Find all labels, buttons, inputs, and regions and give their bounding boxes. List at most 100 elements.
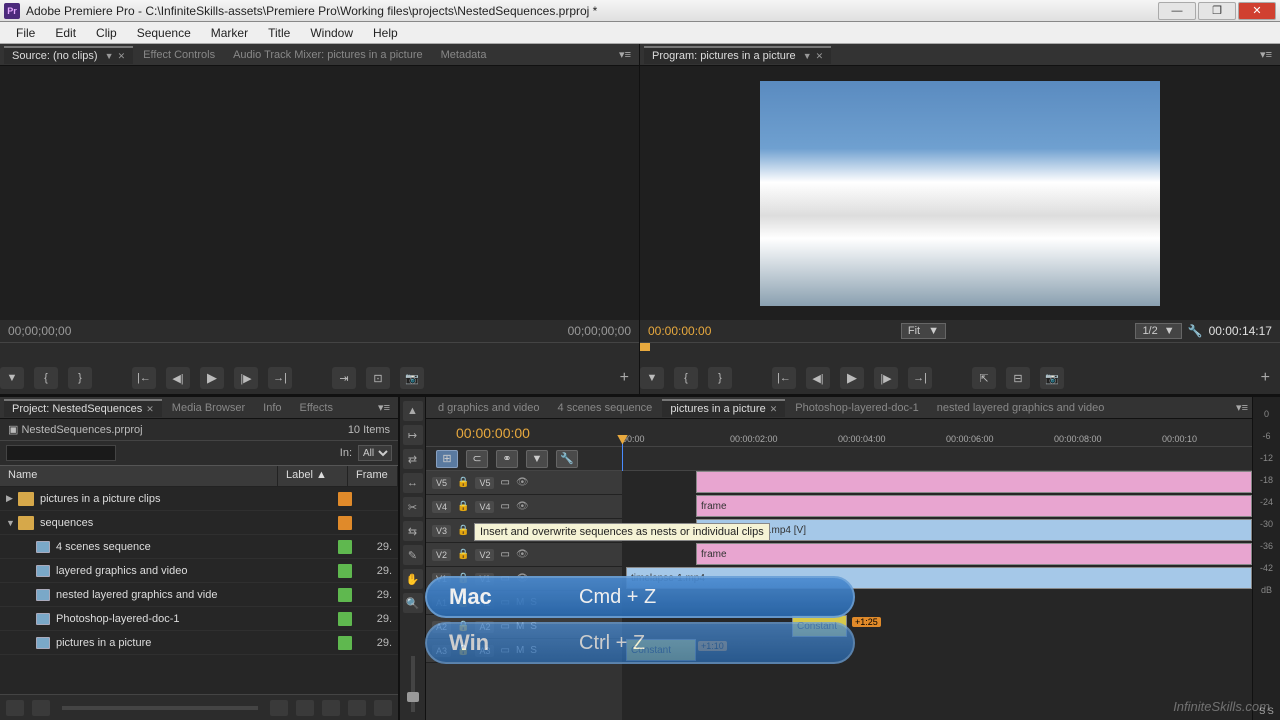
out-point-icon[interactable]: }	[68, 367, 92, 389]
thumb-size-slider[interactable]	[62, 706, 258, 710]
tab-audio-mixer[interactable]: Audio Track Mixer: pictures in a picture	[225, 47, 431, 63]
delete-icon[interactable]	[374, 700, 392, 716]
tab-info[interactable]: Info	[255, 400, 289, 416]
snap-button[interactable]: ⊂	[466, 450, 488, 468]
tab-project[interactable]: Project: NestedSequences✕	[4, 399, 162, 417]
col-frame[interactable]: Frame	[348, 466, 398, 486]
close-icon[interactable]: ✕	[146, 404, 154, 414]
menu-file[interactable]: File	[6, 24, 45, 42]
menu-sequence[interactable]: Sequence	[127, 24, 201, 42]
tab-effects[interactable]: Effects	[292, 400, 341, 416]
hand-tool-icon[interactable]: ✋	[403, 569, 423, 589]
find-icon[interactable]	[296, 700, 314, 716]
export-frame-icon[interactable]: 📷	[400, 367, 424, 389]
marker-icon[interactable]: ▼	[640, 367, 664, 389]
rate-tool-icon[interactable]: ↔	[403, 473, 423, 493]
sequence-tab-active[interactable]: pictures in a picture✕	[662, 399, 785, 417]
tree-row[interactable]: ▼sequences	[0, 511, 398, 535]
panel-menu-icon[interactable]: ▾≡	[374, 401, 394, 414]
program-playhead[interactable]	[640, 343, 650, 351]
zoom-fit-dropdown[interactable]: Fit ▼	[901, 323, 946, 339]
track-header-v4[interactable]: V4🔒V4▭👁	[426, 495, 622, 519]
tab-dropdown-icon[interactable]: ▼	[105, 51, 114, 61]
tab-metadata[interactable]: Metadata	[433, 47, 495, 63]
play-icon[interactable]: ▶	[200, 367, 224, 389]
overwrite-icon[interactable]: ⊡	[366, 367, 390, 389]
tab-media-browser[interactable]: Media Browser	[164, 400, 253, 416]
sequence-tab[interactable]: Photoshop-layered-doc-1	[787, 400, 927, 416]
add-transport-button[interactable]: +	[620, 369, 629, 387]
linked-button[interactable]: ⚭	[496, 450, 518, 468]
timeline-ruler[interactable]: 00:00 00:00:02:00 00:00:04:00 00:00:06:0…	[622, 419, 1252, 446]
play-icon[interactable]: ▶	[840, 367, 864, 389]
step-back-icon[interactable]: ◀|	[806, 367, 830, 389]
in-point-icon[interactable]: {	[34, 367, 58, 389]
settings-icon[interactable]: 🔧	[1188, 324, 1203, 338]
restore-button[interactable]: ❐	[1198, 2, 1236, 20]
tab-program[interactable]: Program: pictures in a picture ▼✕	[644, 46, 831, 64]
nest-toggle-button[interactable]: ⊞	[436, 450, 458, 468]
settings-button[interactable]: 🔧	[556, 450, 578, 468]
sequence-tab[interactable]: d graphics and video	[430, 400, 548, 416]
clip-v5[interactable]	[696, 471, 1252, 493]
tree-row[interactable]: Photoshop-layered-doc-129.	[0, 607, 398, 631]
sort-icon[interactable]	[270, 700, 288, 716]
add-transport-button[interactable]: +	[1261, 369, 1270, 387]
marker-icon[interactable]: ▼	[0, 367, 24, 389]
program-right-timecode[interactable]: 00:00:14:17	[1209, 324, 1272, 338]
out-point-icon[interactable]: }	[708, 367, 732, 389]
menu-window[interactable]: Window	[300, 24, 363, 42]
program-left-timecode[interactable]: 00:00:00:00	[648, 324, 711, 338]
new-bin-icon[interactable]	[322, 700, 340, 716]
goto-out-icon[interactable]: →|	[268, 367, 292, 389]
step-fwd-icon[interactable]: |▶	[234, 367, 258, 389]
menu-edit[interactable]: Edit	[45, 24, 86, 42]
selection-tool-icon[interactable]: ▲	[403, 401, 423, 421]
col-label[interactable]: Label ▲	[278, 466, 348, 486]
tree-row[interactable]: 4 scenes sequence29.	[0, 535, 398, 559]
goto-in-icon[interactable]: |←	[772, 367, 796, 389]
menu-clip[interactable]: Clip	[86, 24, 127, 42]
marker-button[interactable]: ▼	[526, 450, 548, 468]
step-back-icon[interactable]: ◀|	[166, 367, 190, 389]
insert-icon[interactable]: ⇥	[332, 367, 356, 389]
tab-effect-controls[interactable]: Effect Controls	[135, 47, 223, 63]
clip-v2-frame[interactable]: frame	[696, 543, 1252, 565]
lift-icon[interactable]: ⇱	[972, 367, 996, 389]
close-icon[interactable]: ✕	[118, 51, 126, 61]
menu-help[interactable]: Help	[363, 24, 408, 42]
close-icon[interactable]: ✕	[770, 404, 778, 414]
zoom-tool-icon[interactable]: 🔍	[403, 593, 423, 613]
panel-menu-icon[interactable]: ▾≡	[1232, 401, 1252, 414]
source-ruler[interactable]	[0, 342, 639, 362]
tab-source[interactable]: Source: (no clips) ▼✕	[4, 46, 133, 64]
razor-tool-icon[interactable]: ✂	[403, 497, 423, 517]
goto-in-icon[interactable]: |←	[132, 367, 156, 389]
tree-row[interactable]: layered graphics and video29.	[0, 559, 398, 583]
step-fwd-icon[interactable]: |▶	[874, 367, 898, 389]
new-item-icon[interactable]	[348, 700, 366, 716]
in-point-icon[interactable]: {	[674, 367, 698, 389]
close-icon[interactable]: ✕	[816, 51, 824, 61]
ripple-tool-icon[interactable]: ⇄	[403, 449, 423, 469]
close-button[interactable]: ✕	[1238, 2, 1276, 20]
tree-row[interactable]: ▶pictures in a picture clips	[0, 487, 398, 511]
audio-level-slider[interactable]	[411, 656, 415, 712]
goto-out-icon[interactable]: →|	[908, 367, 932, 389]
track-select-tool-icon[interactable]: ↦	[403, 425, 423, 445]
menu-title[interactable]: Title	[258, 24, 300, 42]
extract-icon[interactable]: ⊟	[1006, 367, 1030, 389]
search-input[interactable]	[6, 445, 116, 461]
tab-dropdown-icon[interactable]: ▼	[803, 51, 812, 61]
slip-tool-icon[interactable]: ⇆	[403, 521, 423, 541]
tree-row[interactable]: nested layered graphics and vide29.	[0, 583, 398, 607]
clip-v3-scenic[interactable]: -1:25scenic-8.mp4 [V]	[696, 519, 1252, 541]
resolution-dropdown[interactable]: 1/2 ▼	[1135, 323, 1181, 339]
panel-menu-icon[interactable]: ▾≡	[1256, 48, 1276, 61]
sequence-tab[interactable]: 4 scenes sequence	[550, 400, 661, 416]
clip-v4-frame[interactable]: frame	[696, 495, 1252, 517]
filter-in-dropdown[interactable]: All	[358, 445, 392, 461]
timeline-timecode[interactable]: 00:00:00:00	[426, 425, 622, 441]
project-tree[interactable]: ▶pictures in a picture clips▼sequences4 …	[0, 487, 398, 694]
tree-row[interactable]: pictures in a picture29.	[0, 631, 398, 655]
